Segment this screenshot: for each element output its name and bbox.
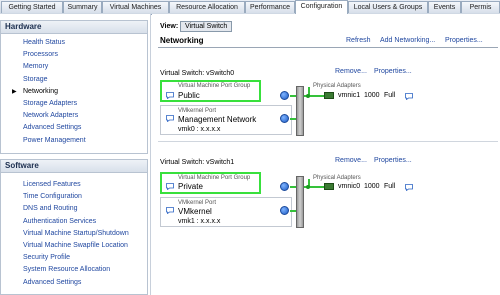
- nic-icon: [324, 92, 334, 99]
- nic-icon: [324, 183, 334, 190]
- vswitch1-adapters-label: Physical Adapters: [313, 175, 361, 181]
- tab-resource-allocation[interactable]: Resource Allocation: [169, 1, 245, 13]
- vswitch0-vmk-type: VMkernel Port: [178, 108, 217, 114]
- tab-bar: Getting Started Summary Virtual Machines…: [0, 0, 500, 15]
- tab-summary[interactable]: Summary: [63, 1, 102, 13]
- software-list: Licensed Features Time Configuration DNS…: [1, 173, 147, 289]
- sidebar-item-power-management[interactable]: Power Management: [1, 135, 147, 147]
- vswitch1-port-group-name[interactable]: Private: [178, 182, 203, 191]
- sidebar-item-memory[interactable]: Memory: [1, 61, 147, 73]
- sidebar-item-advanced-settings-software[interactable]: Advanced Settings: [1, 277, 147, 289]
- vswitch0-nic-duplex: Full: [384, 92, 396, 99]
- sidebar-item-advanced-settings[interactable]: Advanced Settings: [1, 122, 147, 134]
- vswitch1-title: Virtual Switch: vSwitch1: [160, 159, 235, 166]
- sidebar-item-vm-startup-shutdown[interactable]: Virtual Machine Startup/Shutdown: [1, 228, 147, 240]
- vswitch1-properties-link[interactable]: Properties...: [374, 157, 412, 164]
- vswitch1-nic-speed: 1000: [364, 183, 380, 190]
- vswitch1-vmk-name[interactable]: VMkernel: [178, 207, 212, 216]
- vswitch1-vmk-ip: vmk1 : x.x.x.x: [178, 218, 221, 225]
- vswitch0-port-group-name[interactable]: Public: [178, 91, 200, 100]
- vswitch0-properties-link[interactable]: Properties...: [374, 68, 412, 75]
- sidebar-item-vm-swapfile-location[interactable]: Virtual Machine Swapfile Location: [1, 240, 147, 252]
- divider: [158, 47, 498, 48]
- sidebar-item-network-adapters[interactable]: Network Adapters: [1, 110, 147, 122]
- page-title: Networking: [160, 36, 204, 45]
- network-globe-icon: [280, 91, 289, 100]
- vswitch0-remove-link[interactable]: Remove...: [335, 68, 367, 75]
- network-globe-icon: [280, 206, 289, 215]
- vswitch0-vmk-ip: vmk0 : x.x.x.x: [178, 126, 221, 133]
- selected-bullet-icon: ▶: [12, 88, 17, 95]
- vswitch1-remove-link[interactable]: Remove...: [335, 157, 367, 164]
- sidebar-item-networking[interactable]: ▶ Networking: [1, 86, 147, 98]
- sidebar-item-health-status[interactable]: Health Status: [1, 37, 147, 49]
- add-networking-link[interactable]: Add Networking...: [380, 37, 435, 44]
- tab-getting-started[interactable]: Getting Started: [1, 1, 63, 13]
- software-header: Software: [1, 160, 147, 173]
- left-panel: Hardware Health Status Processors Memory…: [0, 14, 151, 295]
- speech-bubble-icon[interactable]: [166, 207, 174, 214]
- vswitch1-nic-name[interactable]: vmnic0: [338, 183, 360, 190]
- sidebar-item-authentication-services[interactable]: Authentication Services: [1, 216, 147, 228]
- divider: [158, 141, 498, 142]
- hardware-list: Health Status Processors Memory Storage …: [1, 34, 147, 147]
- network-globe-icon: [280, 114, 289, 123]
- vswitch0-title: Virtual Switch: vSwitch0: [160, 70, 235, 77]
- tab-local-users-groups[interactable]: Local Users & Groups: [348, 1, 428, 13]
- speech-bubble-icon[interactable]: [166, 115, 174, 122]
- sidebar-item-time-configuration[interactable]: Time Configuration: [1, 191, 147, 203]
- vswitch0-vmk-name[interactable]: Management Network: [178, 115, 256, 124]
- view-virtual-switch-button[interactable]: Virtual Switch: [180, 21, 233, 32]
- speech-bubble-icon[interactable]: [166, 92, 174, 99]
- vswitch0-switch-bar: [296, 86, 304, 136]
- hardware-header: Hardware: [1, 21, 147, 34]
- connection-dot: [306, 94, 310, 98]
- sidebar-item-licensed-features[interactable]: Licensed Features: [1, 179, 147, 191]
- sidebar-item-label: Networking: [23, 87, 59, 95]
- sidebar-item-system-resource-allocation[interactable]: System Resource Allocation: [1, 264, 147, 276]
- vswitch0-nic-name[interactable]: vmnic1: [338, 92, 360, 99]
- sidebar-item-processors[interactable]: Processors: [1, 49, 147, 61]
- tab-performance[interactable]: Performance: [245, 1, 295, 13]
- vswitch1-switch-bar: [296, 176, 304, 228]
- speech-bubble-icon[interactable]: [405, 184, 413, 191]
- vswitch0-port-group-type: Virtual Machine Port Group: [178, 83, 251, 89]
- properties-link[interactable]: Properties...: [445, 37, 483, 44]
- sidebar-item-dns-routing[interactable]: DNS and Routing: [1, 203, 147, 215]
- tab-virtual-machines[interactable]: Virtual Machines: [102, 1, 169, 13]
- sidebar-item-security-profile[interactable]: Security Profile: [1, 252, 147, 264]
- view-label: View:: [160, 23, 179, 30]
- tab-events[interactable]: Events: [428, 1, 461, 13]
- tab-permissions[interactable]: Permis: [461, 1, 500, 13]
- vswitch1-nic-duplex: Full: [384, 183, 396, 190]
- vswitch1-port-group-type: Virtual Machine Port Group: [178, 175, 251, 181]
- vswitch0-nic-speed: 1000: [364, 92, 380, 99]
- sidebar-item-storage[interactable]: Storage: [1, 74, 147, 86]
- vswitch0-adapters-label: Physical Adapters: [313, 83, 361, 89]
- main-content: View: Virtual Switch Networking Refresh …: [152, 14, 500, 295]
- tab-configuration[interactable]: Configuration: [295, 0, 348, 15]
- refresh-link[interactable]: Refresh: [346, 37, 371, 44]
- sidebar-item-storage-adapters[interactable]: Storage Adapters: [1, 98, 147, 110]
- speech-bubble-icon[interactable]: [405, 93, 413, 100]
- vswitch1-vmk-type: VMkernel Port: [178, 200, 217, 206]
- speech-bubble-icon[interactable]: [166, 183, 174, 190]
- software-section: Software Licensed Features Time Configur…: [0, 159, 148, 295]
- hardware-section: Hardware Health Status Processors Memory…: [0, 20, 148, 154]
- network-globe-icon: [280, 182, 289, 191]
- connection-dot: [306, 185, 310, 189]
